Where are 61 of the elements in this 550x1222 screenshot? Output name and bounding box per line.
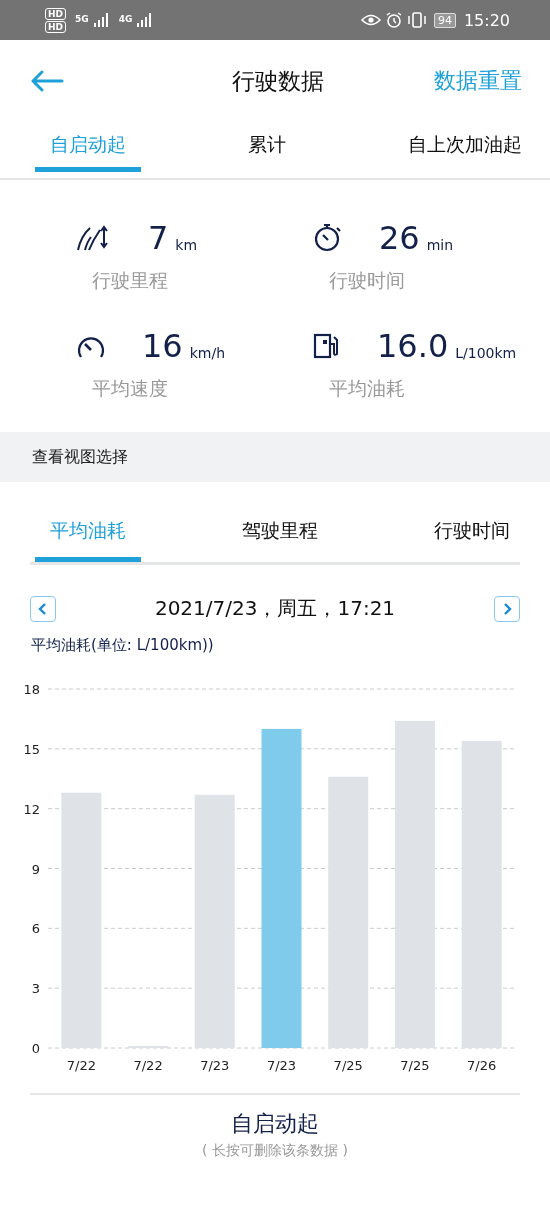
signal-icon: [137, 13, 154, 27]
stat-label: 平均速度: [92, 376, 169, 401]
axis-label: 7/22: [66, 1058, 96, 1073]
tab[interactable]: 驾驶里程: [227, 504, 333, 562]
axis-label: 7/25: [400, 1058, 430, 1073]
stat-label: 行驶里程: [92, 268, 169, 293]
stat-value: 26: [379, 220, 420, 256]
bar[interactable]: [461, 740, 502, 1048]
axis-label: 7/23: [200, 1058, 230, 1073]
previous-button[interactable]: [30, 595, 56, 622]
axis-tick: 3: [31, 981, 40, 997]
page-title: 行驶数据: [232, 66, 324, 96]
signal-icon: [93, 13, 110, 27]
axis-tick: 9: [31, 861, 40, 877]
bar[interactable]: [261, 728, 302, 1048]
battery-indicator: 94: [433, 12, 456, 28]
chevron-right-icon: [501, 601, 513, 616]
speedometer-icon: [76, 334, 106, 360]
tab[interactable]: 累计: [233, 122, 301, 172]
fuel-pump-icon: [313, 332, 341, 360]
stat-unit: min: [426, 237, 454, 253]
date-label: 2021/7/23，周五，17:21: [154, 595, 396, 622]
network-label: 4G: [118, 13, 133, 24]
bar[interactable]: [61, 792, 102, 1048]
tab[interactable]: 行驶时间: [419, 504, 510, 562]
stopwatch-icon: [313, 222, 343, 252]
axis-tick: 15: [23, 741, 40, 757]
bar[interactable]: [194, 794, 235, 1048]
section-title: 查看视图选择: [32, 446, 128, 468]
bar[interactable]: [328, 776, 369, 1048]
footer-hint: ( 长按可删除该条数据 ): [202, 1142, 348, 1160]
chart-label: 平均油耗(单位: L/100km)): [31, 636, 215, 655]
alarm-icon: [385, 12, 402, 28]
next-button[interactable]: [494, 595, 520, 622]
tab[interactable]: 自上次加油起: [393, 122, 522, 172]
axis-label: 7/26: [467, 1058, 497, 1073]
stat-unit: L/100km: [455, 345, 517, 361]
bar[interactable]: [394, 720, 435, 1048]
stat-value: 16.0: [377, 328, 449, 364]
stat-label: 行驶时间: [329, 268, 406, 293]
axis-label: 7/23: [266, 1058, 297, 1073]
stat-label: 平均油耗: [329, 376, 406, 401]
stat-unit: km: [175, 237, 198, 253]
stat-value: 16: [142, 328, 183, 364]
sim-label: HD: [45, 7, 66, 20]
network-label: 5G: [75, 13, 89, 24]
footer-title: 自启动起: [231, 1110, 319, 1138]
clock-time: 15:20: [463, 10, 510, 30]
axis-tick: 12: [23, 801, 40, 817]
axis-tick: 18: [23, 682, 40, 697]
sim-label: HD: [45, 20, 66, 33]
back-button[interactable]: [30, 70, 64, 92]
axis-label: 7/25: [333, 1058, 363, 1073]
axis-label: 7/22: [133, 1058, 163, 1073]
vibrate-icon: [406, 12, 427, 28]
stat-value: 7: [148, 220, 169, 256]
axis-tick: 0: [31, 1041, 40, 1056]
axis-tick: 6: [31, 921, 40, 937]
eye-icon: [360, 14, 381, 26]
stat-unit: km/h: [189, 345, 226, 361]
chevron-left-icon: [37, 601, 49, 616]
